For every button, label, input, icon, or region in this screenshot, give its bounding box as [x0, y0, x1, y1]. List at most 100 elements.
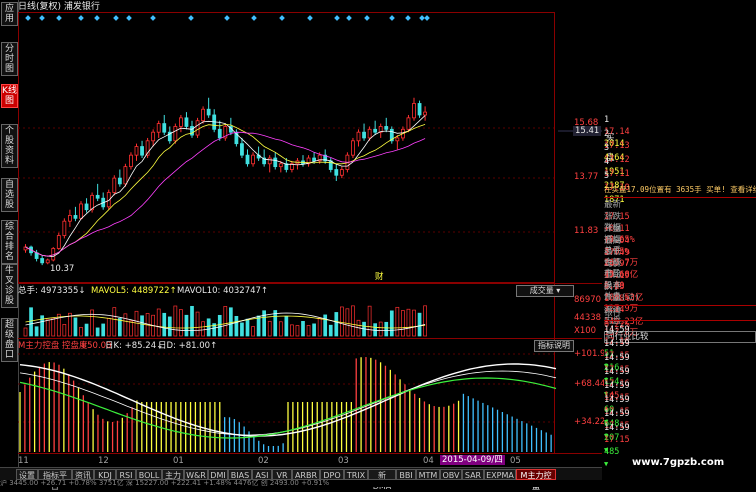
indicator-tab-11[interactable]: VR [272, 469, 292, 480]
volume-bar [345, 308, 350, 337]
event-marker[interactable]: 财 [375, 272, 384, 282]
volume-bar [223, 306, 228, 337]
quote-stat-row: 涨幅 +0.65% 最低 16.97 [604, 222, 756, 269]
candle [267, 157, 272, 165]
left-tab-2[interactable]: K线图 [1, 84, 18, 108]
volume-bar [45, 319, 50, 337]
event-diamond-icon [56, 15, 62, 21]
bid-notice[interactable]: 在买盘17.09位置有 3635手 买单! 查看详细 [604, 184, 756, 196]
volume-bar [173, 305, 178, 337]
indicator-tab-18[interactable]: OBV [440, 469, 462, 480]
event-diamond-icon [224, 15, 230, 21]
indicator-tab-8[interactable]: DMI [208, 469, 228, 480]
event-diamond-icon [346, 15, 352, 21]
indicator-axis-mid: +68.44 [574, 379, 606, 389]
event-diamond-icon [307, 15, 313, 21]
volume-bar [273, 310, 278, 337]
left-tab-3[interactable]: 个股资料 [1, 124, 18, 168]
indicator-help-button[interactable]: 指标说明 [534, 340, 574, 352]
event-diamond-icon [389, 15, 395, 21]
candle [123, 166, 128, 185]
chart-title: 日线(复权) 浦发银行 [18, 2, 100, 12]
candle [134, 146, 139, 156]
indicator-tab-5[interactable]: BOLL [136, 469, 162, 480]
indicator-tab-3[interactable]: KDJ [94, 469, 116, 480]
mavol10-label: MAVOL10: 4032747↑ [177, 286, 269, 296]
event-diamond-icon [251, 15, 257, 21]
indicator-tab-19[interactable]: SAR [462, 469, 484, 480]
stat-key: 金额 [604, 257, 622, 268]
event-diamond-icon [405, 15, 411, 21]
indicator-tab-10[interactable]: ASI [252, 469, 272, 480]
candle [245, 154, 250, 165]
kline-chart-svg[interactable] [18, 0, 602, 468]
indicator-tab-17[interactable]: MTM [416, 469, 440, 480]
indicator-tab-0[interactable]: 设置 [16, 469, 38, 480]
indicator-tab-16[interactable]: BBI [396, 469, 416, 480]
candle [417, 103, 422, 116]
volume-bar [117, 318, 122, 337]
indicator-tab-13[interactable]: DPO [320, 469, 344, 480]
candle [162, 123, 167, 133]
trade-row: 14:59 17.16 145 ▲ [604, 366, 756, 412]
candle [373, 128, 378, 133]
market-status-bar: 沪 3445.00 +26.71 +0.78% 3751亿 深 15227.00… [0, 480, 756, 487]
volume-bar [112, 307, 117, 337]
bid-level: 2 [604, 129, 610, 139]
event-diamond-icon [39, 15, 45, 21]
left-tab-0[interactable]: 应用 [1, 2, 18, 26]
kline-chart-area[interactable]: 日线(复权) 浦发银行 15.68 15.41 13.77 11.83 10.3… [18, 0, 606, 468]
left-tab-1[interactable]: 分时图 [1, 42, 18, 76]
indicator-tab-2[interactable]: 资讯 [72, 469, 94, 480]
indicator-tab-1[interactable]: 指标平台 [38, 469, 72, 491]
bid-level: 1 [604, 115, 610, 125]
volume-bar [245, 318, 250, 337]
event-diamond-icon [94, 15, 100, 21]
indicator-tab-7[interactable]: W&R [184, 469, 208, 480]
event-diamond-icon [25, 15, 31, 21]
candle [367, 128, 372, 139]
candle [95, 194, 100, 199]
volume-bar [79, 327, 83, 337]
candle [384, 126, 389, 130]
indicator-tab-20[interactable]: EXPMA [484, 469, 516, 480]
volume-bar [234, 315, 239, 337]
event-diamond-icon [419, 15, 425, 21]
candle [151, 131, 156, 142]
volume-bar [156, 308, 161, 337]
left-tab-4[interactable]: 自选股 [1, 178, 18, 212]
volume-bar [423, 305, 427, 337]
left-tab-7[interactable]: 超级盘口 [1, 318, 18, 362]
indicator-tab-21[interactable]: M主力控盘 [516, 469, 556, 491]
left-tab-6[interactable]: 牛叉诊股 [1, 264, 18, 308]
quote-panel: 买盘 1 17.14 2014 2 17.13 4164 3 17.12 1951 4 17.11 21… [604, 112, 756, 468]
price-label-low: 11.83 [574, 226, 599, 236]
trade-time: 14:59 [604, 409, 630, 419]
candle [173, 126, 178, 142]
volume-bar [417, 312, 422, 337]
indicator-tab-12[interactable]: ARBR [292, 469, 320, 480]
bid-row: 4 17.11 2187 [604, 156, 756, 191]
date-highlight-label: 2015-04-09/四 [440, 455, 505, 465]
indicator-tab-6[interactable]: 主力 [162, 469, 184, 480]
volume-bar [29, 307, 33, 337]
price-label-current: 15.41 [573, 126, 602, 136]
volume-bar [401, 310, 405, 337]
bid-row: 2 17.13 4164 [604, 128, 756, 163]
candle [178, 117, 183, 127]
quote-stat-row: 市盈 6.80 市盈(动) 7.14 [604, 268, 756, 315]
volume-axis-unit: X100 [574, 326, 597, 336]
indicator-tab-14[interactable]: TRIX [344, 469, 368, 480]
candle [84, 203, 89, 211]
volume-bar [95, 327, 100, 337]
candle [273, 157, 278, 168]
volume-bar [395, 306, 400, 337]
candle [40, 258, 45, 264]
left-tab-5[interactable]: 综合排名 [1, 220, 18, 264]
volume-bar [306, 325, 311, 337]
volume-bar [106, 317, 111, 337]
indicator-tab-4[interactable]: RSI [116, 469, 136, 480]
volume-indicator-dropdown[interactable]: 成交量 ▾ [516, 285, 574, 297]
indicator-tab-15[interactable]: 新DMA [368, 469, 396, 491]
indicator-tab-9[interactable]: BIAS [228, 469, 252, 480]
